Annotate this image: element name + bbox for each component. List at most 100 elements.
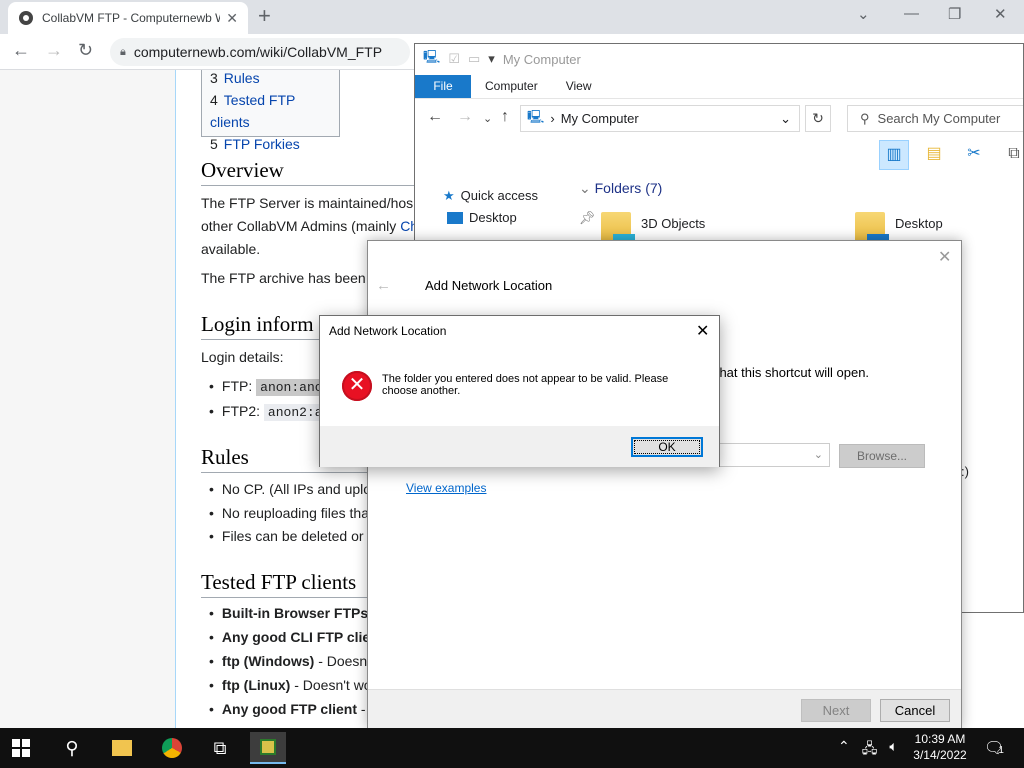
toc-item[interactable]: 4 Tested FTP clients (210, 89, 331, 133)
list-item: FTP2: anon2:a (209, 400, 327, 424)
explorer-refresh-icon[interactable]: ↻ (805, 105, 831, 132)
explorer-address-bar[interactable]: 🖳︎ › My Computer ⌄ (520, 105, 800, 132)
chevron-up-icon[interactable]: ⌃ (838, 738, 850, 762)
explorer-side-fragment: :) (961, 464, 969, 479)
list-item: Any good FTP client - (209, 698, 366, 721)
system-tray: ⌃ 🖧︎ 🔈︎ (838, 738, 898, 762)
clock-date: 3/14/2022 (913, 748, 967, 762)
explorer-back-icon[interactable]: ← (427, 108, 443, 126)
notification-count: 1 (998, 745, 1004, 756)
explorer-titlebar: 🖳︎ ☑ ▭ ▾ My Computer (415, 44, 1023, 74)
cancel-button[interactable]: Cancel (880, 699, 950, 722)
up-arrow-icon[interactable]: ↑ (501, 108, 509, 126)
forward-arrow-icon[interactable]: → (45, 40, 63, 61)
chevron-down-icon: ⌄ (579, 180, 595, 196)
error-message: The folder you entered does not appear t… (382, 373, 669, 397)
wizard-close-icon[interactable]: ✕ (938, 247, 951, 267)
wiki-sidebar (0, 70, 176, 728)
reload-icon[interactable]: ↻ (78, 40, 93, 61)
list-item: Built-in Browser FTPs (209, 602, 368, 625)
computer-icon: 🖳︎ (527, 108, 545, 124)
back-arrow-icon[interactable]: ← (12, 40, 30, 61)
notification-center-icon[interactable]: 🗨︎1 (984, 738, 1004, 758)
copy-icon[interactable]: ⧉ (999, 140, 1023, 170)
pin-icon: 📌︎ (578, 210, 596, 225)
toc-item[interactable]: 3 Rules (210, 70, 331, 89)
search-icon: ⚲ (860, 110, 870, 126)
list-item: FTP: anon:anc (209, 375, 327, 399)
ftp2-credentials: anon2:a (263, 404, 327, 421)
close-window-button[interactable]: ✕ (994, 5, 1007, 23)
wizard-title: Add Network Location (425, 278, 553, 293)
address-bar[interactable]: 🔒︎ computernewb.com/wiki/CollabVM_FTP (110, 38, 410, 66)
table-of-contents: 3 Rules 4 Tested FTP clients 5 FTP Forkies (201, 70, 340, 152)
error-dialog-title: Add Network Location (329, 324, 447, 338)
preview-pane-icon[interactable]: ▥ (879, 140, 909, 170)
list-item: ftp (Windows) - Doesn (209, 650, 367, 673)
list-item: No reuploading files tha (209, 502, 369, 525)
add-network-location-wizard: ✕ ← Add Network Location n that this sho… (367, 240, 962, 728)
explorer-quick-toolbar: ▥ ▤ ✂ ⧉ (879, 140, 1023, 170)
wiki-favicon-icon (19, 11, 33, 25)
chrome-taskbar-icon[interactable] (154, 732, 190, 764)
toc-item[interactable]: 5 FTP Forkies (210, 133, 331, 155)
task-view-icon[interactable]: ⧉ (202, 732, 238, 764)
search-icon[interactable]: ⚲ (54, 732, 90, 764)
ribbon-tab-view[interactable]: View (552, 75, 606, 98)
network-icon[interactable]: 🖧︎ (862, 738, 878, 762)
explorer-search-input[interactable]: ⚲ Search My Computer (847, 105, 1023, 132)
file-explorer-taskbar-icon[interactable] (104, 732, 140, 764)
error-close-icon[interactable]: ✕ (696, 321, 709, 341)
recent-locations-icon[interactable]: ⌄ (483, 112, 492, 125)
tab-title: CollabVM FTP - Computernewb Wiki (42, 11, 221, 25)
explorer-ribbon: File Computer View (415, 75, 1023, 99)
clock-time: 10:39 AM (914, 732, 966, 746)
list-item: Any good CLI FTP clie (209, 626, 370, 649)
tab-close-icon[interactable]: ✕ (226, 10, 238, 27)
taskbar-clock[interactable]: 10:39 AM 3/14/2022 (906, 731, 974, 763)
next-button[interactable]: Next (801, 699, 871, 722)
computer-icon: 🖳︎ (423, 49, 441, 64)
list-item: Files can be deleted or (209, 525, 364, 548)
lock-icon: 🔒︎ (120, 45, 126, 58)
minimize-button[interactable]: — (904, 5, 919, 22)
wizard-description: n that this shortcut will open. (705, 365, 870, 380)
star-icon: ★ (443, 188, 455, 203)
properties-icon[interactable]: ☑ (448, 51, 460, 67)
browse-button[interactable]: Browse... (839, 444, 925, 468)
volume-icon[interactable]: 🔈︎ (889, 738, 897, 762)
ftp1-credentials: anon:anc (256, 379, 327, 396)
folder-options-icon[interactable]: ▤ (919, 140, 949, 170)
list-item: ftp (Linux) - Doesn't wo (209, 674, 372, 697)
error-icon: ✕ (342, 371, 372, 401)
ribbon-tab-file[interactable]: File (415, 75, 471, 98)
network-wizard-taskbar-icon[interactable] (250, 732, 286, 764)
folders-group-header[interactable]: ⌄ Folders (7) (579, 180, 662, 197)
chevron-right-icon: › (550, 111, 555, 126)
wizard-footer (368, 689, 961, 728)
view-examples-link[interactable]: View examples (406, 481, 486, 495)
address-dropdown-icon[interactable]: ⌄ (780, 111, 791, 127)
new-tab-button[interactable]: + (258, 4, 271, 28)
navigation-pane: ★ Quick access Desktop 📌︎ (437, 188, 595, 226)
restore-button[interactable]: ❐ (948, 5, 961, 23)
wizard-back-icon[interactable]: ← (376, 277, 391, 294)
url-text: computernewb.com/wiki/CollabVM_FTP (133, 44, 383, 60)
start-windows-icon[interactable] (12, 739, 30, 757)
nav-item-quick-access[interactable]: ★ Quick access (443, 188, 595, 204)
browser-tab[interactable]: CollabVM FTP - Computernewb Wiki ✕ (8, 2, 248, 34)
ok-button[interactable]: OK (631, 437, 703, 457)
cut-icon[interactable]: ✂ (959, 140, 989, 170)
desktop-icon (447, 212, 463, 224)
explorer-forward-icon[interactable]: → (457, 108, 473, 126)
nav-item-desktop[interactable]: Desktop 📌︎ (447, 210, 595, 226)
address-text: My Computer (560, 111, 639, 126)
error-dialog: Add Network Location ✕ ✕ The folder you … (319, 315, 720, 467)
ribbon-tab-computer[interactable]: Computer (471, 75, 552, 98)
chevron-down-icon: ⌄ (813, 449, 823, 461)
new-folder-icon[interactable]: ▭ (468, 51, 480, 67)
quick-access-dropdown-icon[interactable]: ▾ (488, 51, 495, 67)
explorer-title: My Computer (502, 51, 581, 67)
search-placeholder: Search My Computer (877, 111, 1001, 126)
tab-search-icon[interactable]: ⌄ (857, 5, 870, 23)
